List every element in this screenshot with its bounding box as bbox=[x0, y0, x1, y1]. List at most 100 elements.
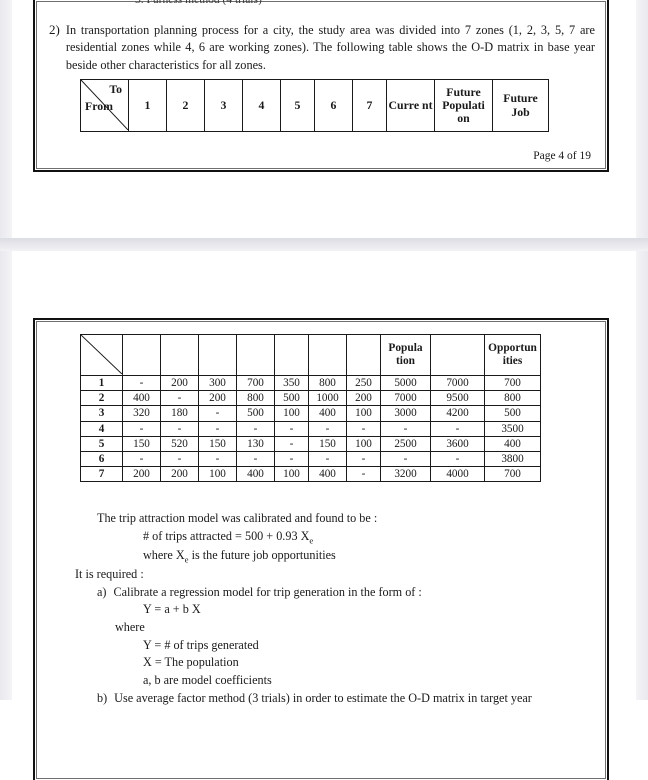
table-cell: - bbox=[122, 450, 161, 468]
table-cell: 7000 bbox=[380, 390, 431, 407]
table-row: 7 200 200 100 400 100 400 - 3200 4000 70… bbox=[80, 466, 541, 483]
page-2-border-frame: Popula tion Opportun ities 1 - 200 300 7… bbox=[33, 318, 609, 780]
table-cell: 320 bbox=[122, 405, 161, 422]
row-header-zone: 6 bbox=[80, 450, 123, 468]
column-header-blank-3 bbox=[198, 334, 237, 376]
table-cell: - bbox=[274, 435, 309, 452]
attraction-formula-text: # of trips attracted = 500 + 0.93 X bbox=[143, 528, 310, 543]
table-cell: - bbox=[346, 420, 381, 437]
attraction-formula-subscript: e bbox=[309, 535, 314, 546]
where-label: where bbox=[115, 620, 145, 635]
table-cell: - bbox=[380, 420, 431, 437]
question-text: In transportation planning process for a… bbox=[65, 23, 595, 72]
table-cell: 150 bbox=[308, 435, 347, 452]
table-cell: 700 bbox=[236, 374, 275, 392]
table-cell: 3800 bbox=[484, 450, 541, 468]
column-header-4: 4 bbox=[242, 79, 281, 132]
table-cell: - bbox=[198, 420, 237, 437]
table-row: 3 320 180 - 500 100 400 100 3000 4200 50… bbox=[80, 405, 541, 422]
table-cell: - bbox=[308, 420, 347, 437]
document-page-2: Popula tion Opportun ities 1 - 200 300 7… bbox=[12, 251, 636, 780]
table-cell: 100 bbox=[274, 405, 309, 422]
table-cell: - bbox=[346, 466, 381, 483]
od-matrix-data-table: Popula tion Opportun ities 1 - 200 300 7… bbox=[80, 334, 541, 483]
requirement-item-b: b) Use average factor method (3 trials) … bbox=[75, 690, 587, 708]
od-matrix-header-table-wrapper: To From 1 2 3 4 5 6 7 Curre nt Future Po… bbox=[80, 79, 549, 132]
table-cell: 200 bbox=[160, 374, 199, 392]
page-separator-gap bbox=[0, 238, 648, 251]
definition-x: X = The population bbox=[143, 655, 239, 670]
item-b-text: Use average factor method (3 trials) in … bbox=[114, 690, 532, 705]
row-header-zone: 5 bbox=[80, 435, 123, 452]
table-cell: 5000 bbox=[380, 374, 431, 392]
table-cell: - bbox=[346, 450, 381, 468]
table-cell: 150 bbox=[122, 435, 161, 452]
table-cell: - bbox=[430, 450, 485, 468]
column-header-opportunities: Opportun ities bbox=[484, 334, 541, 376]
table-cell: - bbox=[122, 420, 161, 437]
item-a-text: Calibrate a regression model for trip ge… bbox=[113, 584, 422, 599]
table-cell: 180 bbox=[160, 405, 199, 422]
table-cell: 200 bbox=[346, 390, 381, 407]
table-cell: 150 bbox=[198, 435, 237, 452]
requirement-item-a: a) Calibrate a regression model for trip… bbox=[75, 584, 587, 602]
table-cell: - bbox=[160, 420, 199, 437]
table-cell: - bbox=[160, 390, 199, 407]
corner-to-label: To bbox=[109, 82, 122, 96]
table-cell: 100 bbox=[346, 405, 381, 422]
where-x-description: is the future job opportunities bbox=[188, 547, 336, 562]
column-header-6: 6 bbox=[314, 79, 353, 132]
column-header-blank-4 bbox=[236, 334, 275, 376]
column-header-1: 1 bbox=[128, 79, 167, 132]
table-cell: - bbox=[160, 450, 199, 468]
to-from-corner-cell: To From bbox=[80, 79, 129, 132]
where-x-text: where X bbox=[143, 547, 185, 562]
definition-y: Y = # of trips generated bbox=[143, 637, 259, 652]
column-header-population: Popula tion bbox=[380, 334, 431, 376]
table-cell: 7000 bbox=[430, 374, 485, 392]
table-cell: 100 bbox=[346, 435, 381, 452]
table-cell: - bbox=[274, 450, 309, 468]
column-header-blank-7 bbox=[346, 334, 381, 376]
table-cell: 130 bbox=[236, 435, 275, 452]
attraction-model-variable-def: where Xe is the future job opportunities bbox=[75, 547, 587, 566]
item-b-label: b) bbox=[97, 690, 108, 705]
table-cell: - bbox=[308, 450, 347, 468]
table-cell: 520 bbox=[160, 435, 199, 452]
table-cell: 400 bbox=[308, 405, 347, 422]
table-cell: 3600 bbox=[430, 435, 485, 452]
column-header-7: 7 bbox=[352, 79, 387, 132]
table-row: 6 - - - - - - - - - 3800 bbox=[80, 450, 541, 468]
row-header-zone: 2 bbox=[80, 390, 123, 407]
table-cell: 200 bbox=[122, 466, 161, 483]
viewer-left-gutter bbox=[0, 0, 12, 700]
table-cell: - bbox=[198, 450, 237, 468]
table-row: To From 1 2 3 4 5 6 7 Curre nt Future Po… bbox=[80, 79, 549, 132]
table-cell: 400 bbox=[308, 466, 347, 483]
document-page-1: 3. Furness method (4 trials) 2) In trans… bbox=[12, 0, 636, 238]
column-header-blank-6 bbox=[308, 334, 347, 376]
definition-coefficients: a, b are model coefficients bbox=[143, 673, 272, 688]
cut-off-previous-item: 3. Furness method (4 trials) bbox=[135, 0, 262, 5]
table-cell: - bbox=[236, 450, 275, 468]
table-cell: 3500 bbox=[484, 420, 541, 437]
page-footer: Page 4 of 19 bbox=[533, 150, 591, 162]
document-viewer[interactable]: 3. Furness method (4 trials) 2) In trans… bbox=[0, 0, 648, 780]
table-header-row: Popula tion Opportun ities bbox=[80, 334, 541, 376]
table-cell: - bbox=[122, 374, 161, 392]
table-cell: 1000 bbox=[308, 390, 347, 407]
table-cell: 100 bbox=[274, 466, 309, 483]
table-cell: 100 bbox=[198, 466, 237, 483]
question-2-block: 2) In transportation planning process fo… bbox=[49, 22, 595, 74]
column-header-current: Curre nt bbox=[386, 79, 435, 132]
od-matrix-data-table-wrapper: Popula tion Opportun ities 1 - 200 300 7… bbox=[80, 334, 541, 483]
item-a-label: a) bbox=[97, 584, 107, 599]
table-cell: 800 bbox=[484, 390, 541, 407]
attraction-model-formula: # of trips attracted = 500 + 0.93 Xe bbox=[75, 528, 587, 547]
corner-from-label: From bbox=[85, 98, 113, 113]
column-header-blank-future bbox=[430, 334, 485, 376]
table-row: 1 - 200 300 700 350 800 250 5000 7000 70… bbox=[80, 374, 541, 392]
table-cell: 400 bbox=[484, 435, 541, 452]
page-1-border-frame: 3. Furness method (4 trials) 2) In trans… bbox=[33, 0, 609, 172]
od-matrix-header-table: To From 1 2 3 4 5 6 7 Curre nt Future Po… bbox=[80, 79, 549, 132]
